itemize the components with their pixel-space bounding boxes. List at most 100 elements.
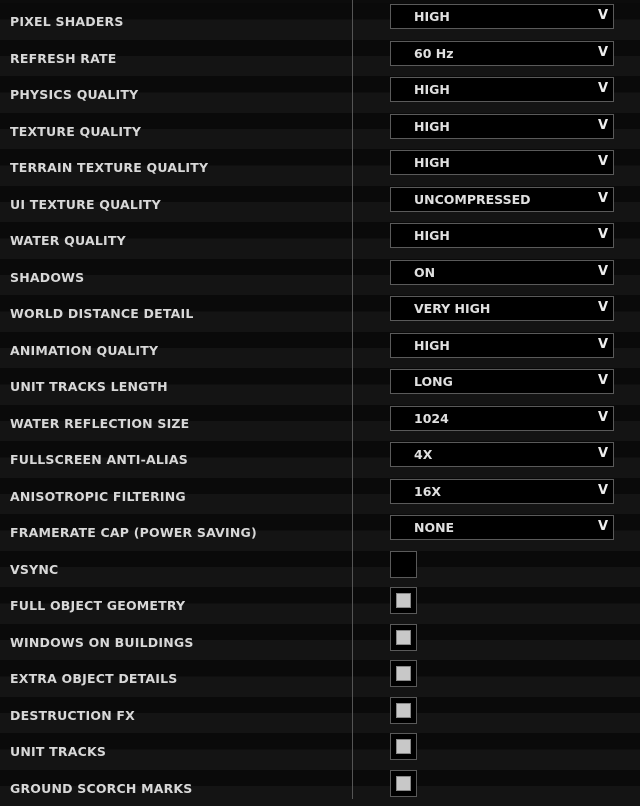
setting-dropdown[interactable]: ON V <box>390 260 614 285</box>
setting-label: VSYNC <box>10 562 58 577</box>
checkmark-icon <box>396 666 411 681</box>
chevron-down-icon: V <box>598 154 608 169</box>
setting-row: FRAMERATE CAP (POWER SAVING) NONE V <box>0 514 640 551</box>
checkmark-icon <box>396 703 411 718</box>
dropdown-value: LONG <box>414 374 453 389</box>
checkmark-icon <box>396 630 411 645</box>
dropdown-value: 16X <box>414 484 441 499</box>
setting-row: WINDOWS ON BUILDINGS <box>0 624 640 661</box>
dropdown-value: HIGH <box>414 155 450 170</box>
dropdown-value: UNCOMPRESSED <box>414 192 531 207</box>
setting-label: FULLSCREEN ANTI-ALIAS <box>10 452 188 467</box>
setting-dropdown[interactable]: HIGH V <box>390 223 614 248</box>
setting-checkbox[interactable] <box>390 587 417 614</box>
chevron-down-icon: V <box>598 446 608 461</box>
setting-label: WORLD DISTANCE DETAIL <box>10 306 193 321</box>
dropdown-value: HIGH <box>414 338 450 353</box>
dropdown-value: 60 Hz <box>414 46 453 61</box>
dropdown-value: NONE <box>414 520 454 535</box>
chevron-down-icon: V <box>598 337 608 352</box>
setting-label: WATER QUALITY <box>10 233 126 248</box>
dropdown-value: HIGH <box>414 228 450 243</box>
chevron-down-icon: V <box>598 45 608 60</box>
setting-label: DESTRUCTION FX <box>10 708 135 723</box>
setting-label: ANISOTROPIC FILTERING <box>10 489 186 504</box>
chevron-down-icon: V <box>598 81 608 96</box>
setting-row: ANISOTROPIC FILTERING 16X V <box>0 478 640 515</box>
setting-row: WORLD DISTANCE DETAIL VERY HIGHV <box>0 295 640 332</box>
chevron-down-icon: V <box>598 118 608 133</box>
chevron-down-icon: V <box>598 227 608 242</box>
setting-row: REFRESH RATE 60 Hz V <box>0 40 640 77</box>
setting-label: FULL OBJECT GEOMETRY <box>10 598 185 613</box>
setting-row: WATER REFLECTION SIZE 1024 V <box>0 405 640 442</box>
setting-label: WATER REFLECTION SIZE <box>10 416 189 431</box>
setting-row: UI TEXTURE QUALITY UNCOMPRESSED V <box>0 186 640 223</box>
setting-row: TEXTURE QUALITY HIGH V <box>0 113 640 150</box>
dropdown-value: HIGH <box>414 9 450 24</box>
chevron-down-icon: V <box>598 191 608 206</box>
setting-label: UNIT TRACKS LENGTH <box>10 379 168 394</box>
setting-dropdown[interactable]: 16X V <box>390 479 614 504</box>
setting-dropdown[interactable]: UNCOMPRESSED V <box>390 187 614 212</box>
setting-label: GROUND SCORCH MARKS <box>10 781 193 796</box>
setting-label: PHYSICS QUALITY <box>10 87 138 102</box>
setting-label: ANIMATION QUALITY <box>10 343 158 358</box>
setting-row: DESTRUCTION FX <box>0 697 640 734</box>
checkmark-icon <box>396 776 411 791</box>
chevron-down-icon: V <box>598 8 608 23</box>
setting-dropdown[interactable]: HIGH V <box>390 150 614 175</box>
chevron-down-icon: V <box>598 483 608 498</box>
setting-checkbox[interactable] <box>390 770 417 797</box>
setting-dropdown[interactable]: HIGH V <box>390 333 614 358</box>
setting-label: FRAMERATE CAP (POWER SAVING) <box>10 525 257 540</box>
dropdown-value: 1024 <box>414 411 449 426</box>
setting-dropdown[interactable]: LONG V <box>390 369 614 394</box>
setting-dropdown[interactable]: HIGH V <box>390 77 614 102</box>
setting-label: EXTRA OBJECT DETAILS <box>10 671 178 686</box>
setting-label: TEXTURE QUALITY <box>10 124 141 139</box>
setting-checkbox[interactable] <box>390 733 417 760</box>
setting-checkbox[interactable] <box>390 624 417 651</box>
setting-label: PIXEL SHADERS <box>10 14 124 29</box>
setting-dropdown[interactable]: HIGH V <box>390 4 614 29</box>
dropdown-value: HIGH <box>414 82 450 97</box>
setting-dropdown[interactable]: 1024 V <box>390 406 614 431</box>
setting-row: PIXEL SHADERS HIGH V <box>0 3 640 40</box>
setting-dropdown[interactable]: HIGH V <box>390 114 614 139</box>
setting-row: UNIT TRACKS LENGTH LONG V <box>0 368 640 405</box>
setting-label: UI TEXTURE QUALITY <box>10 197 161 212</box>
setting-row: TERRAIN TEXTURE QUALITY HIGH V <box>0 149 640 186</box>
setting-row: PHYSICS QUALITY HIGH V <box>0 76 640 113</box>
setting-label: TERRAIN TEXTURE QUALITY <box>10 160 208 175</box>
setting-label: WINDOWS ON BUILDINGS <box>10 635 194 650</box>
column-divider <box>352 0 353 799</box>
chevron-down-icon: V <box>598 410 608 425</box>
setting-row: UNIT TRACKS <box>0 733 640 770</box>
setting-label: REFRESH RATE <box>10 51 116 66</box>
dropdown-value: VERY HIGH <box>414 301 490 316</box>
setting-checkbox[interactable] <box>390 697 417 724</box>
settings-list: PIXEL SHADERS HIGHVREFRESH RATE 60 HzVPH… <box>0 3 640 806</box>
setting-checkbox[interactable] <box>390 660 417 687</box>
setting-row: EXTRA OBJECT DETAILS <box>0 660 640 697</box>
dropdown-value: HIGH <box>414 119 450 134</box>
chevron-down-icon: V <box>598 373 608 388</box>
setting-row: WATER QUALITY HIGH V <box>0 222 640 259</box>
dropdown-value: ON <box>414 265 435 280</box>
setting-dropdown[interactable]: 60 Hz V <box>390 41 614 66</box>
setting-row: VSYNC <box>0 551 640 588</box>
setting-row: FULL OBJECT GEOMETRY <box>0 587 640 624</box>
setting-checkbox[interactable] <box>390 551 417 578</box>
setting-row: FULLSCREEN ANTI-ALIAS 4X V <box>0 441 640 478</box>
setting-row: ANIMATION QUALITY HIGH V <box>0 332 640 369</box>
chevron-down-icon: V <box>598 519 608 534</box>
setting-dropdown[interactable]: 4X V <box>390 442 614 467</box>
dropdown-value: 4X <box>414 447 432 462</box>
setting-label: UNIT TRACKS <box>10 744 106 759</box>
chevron-down-icon: V <box>598 264 608 279</box>
setting-dropdown[interactable]: NONE V <box>390 515 614 540</box>
setting-dropdown[interactable]: VERY HIGHV <box>390 296 614 321</box>
setting-row: SHADOWS ONV <box>0 259 640 296</box>
setting-row: GROUND SCORCH MARKS <box>0 770 640 806</box>
